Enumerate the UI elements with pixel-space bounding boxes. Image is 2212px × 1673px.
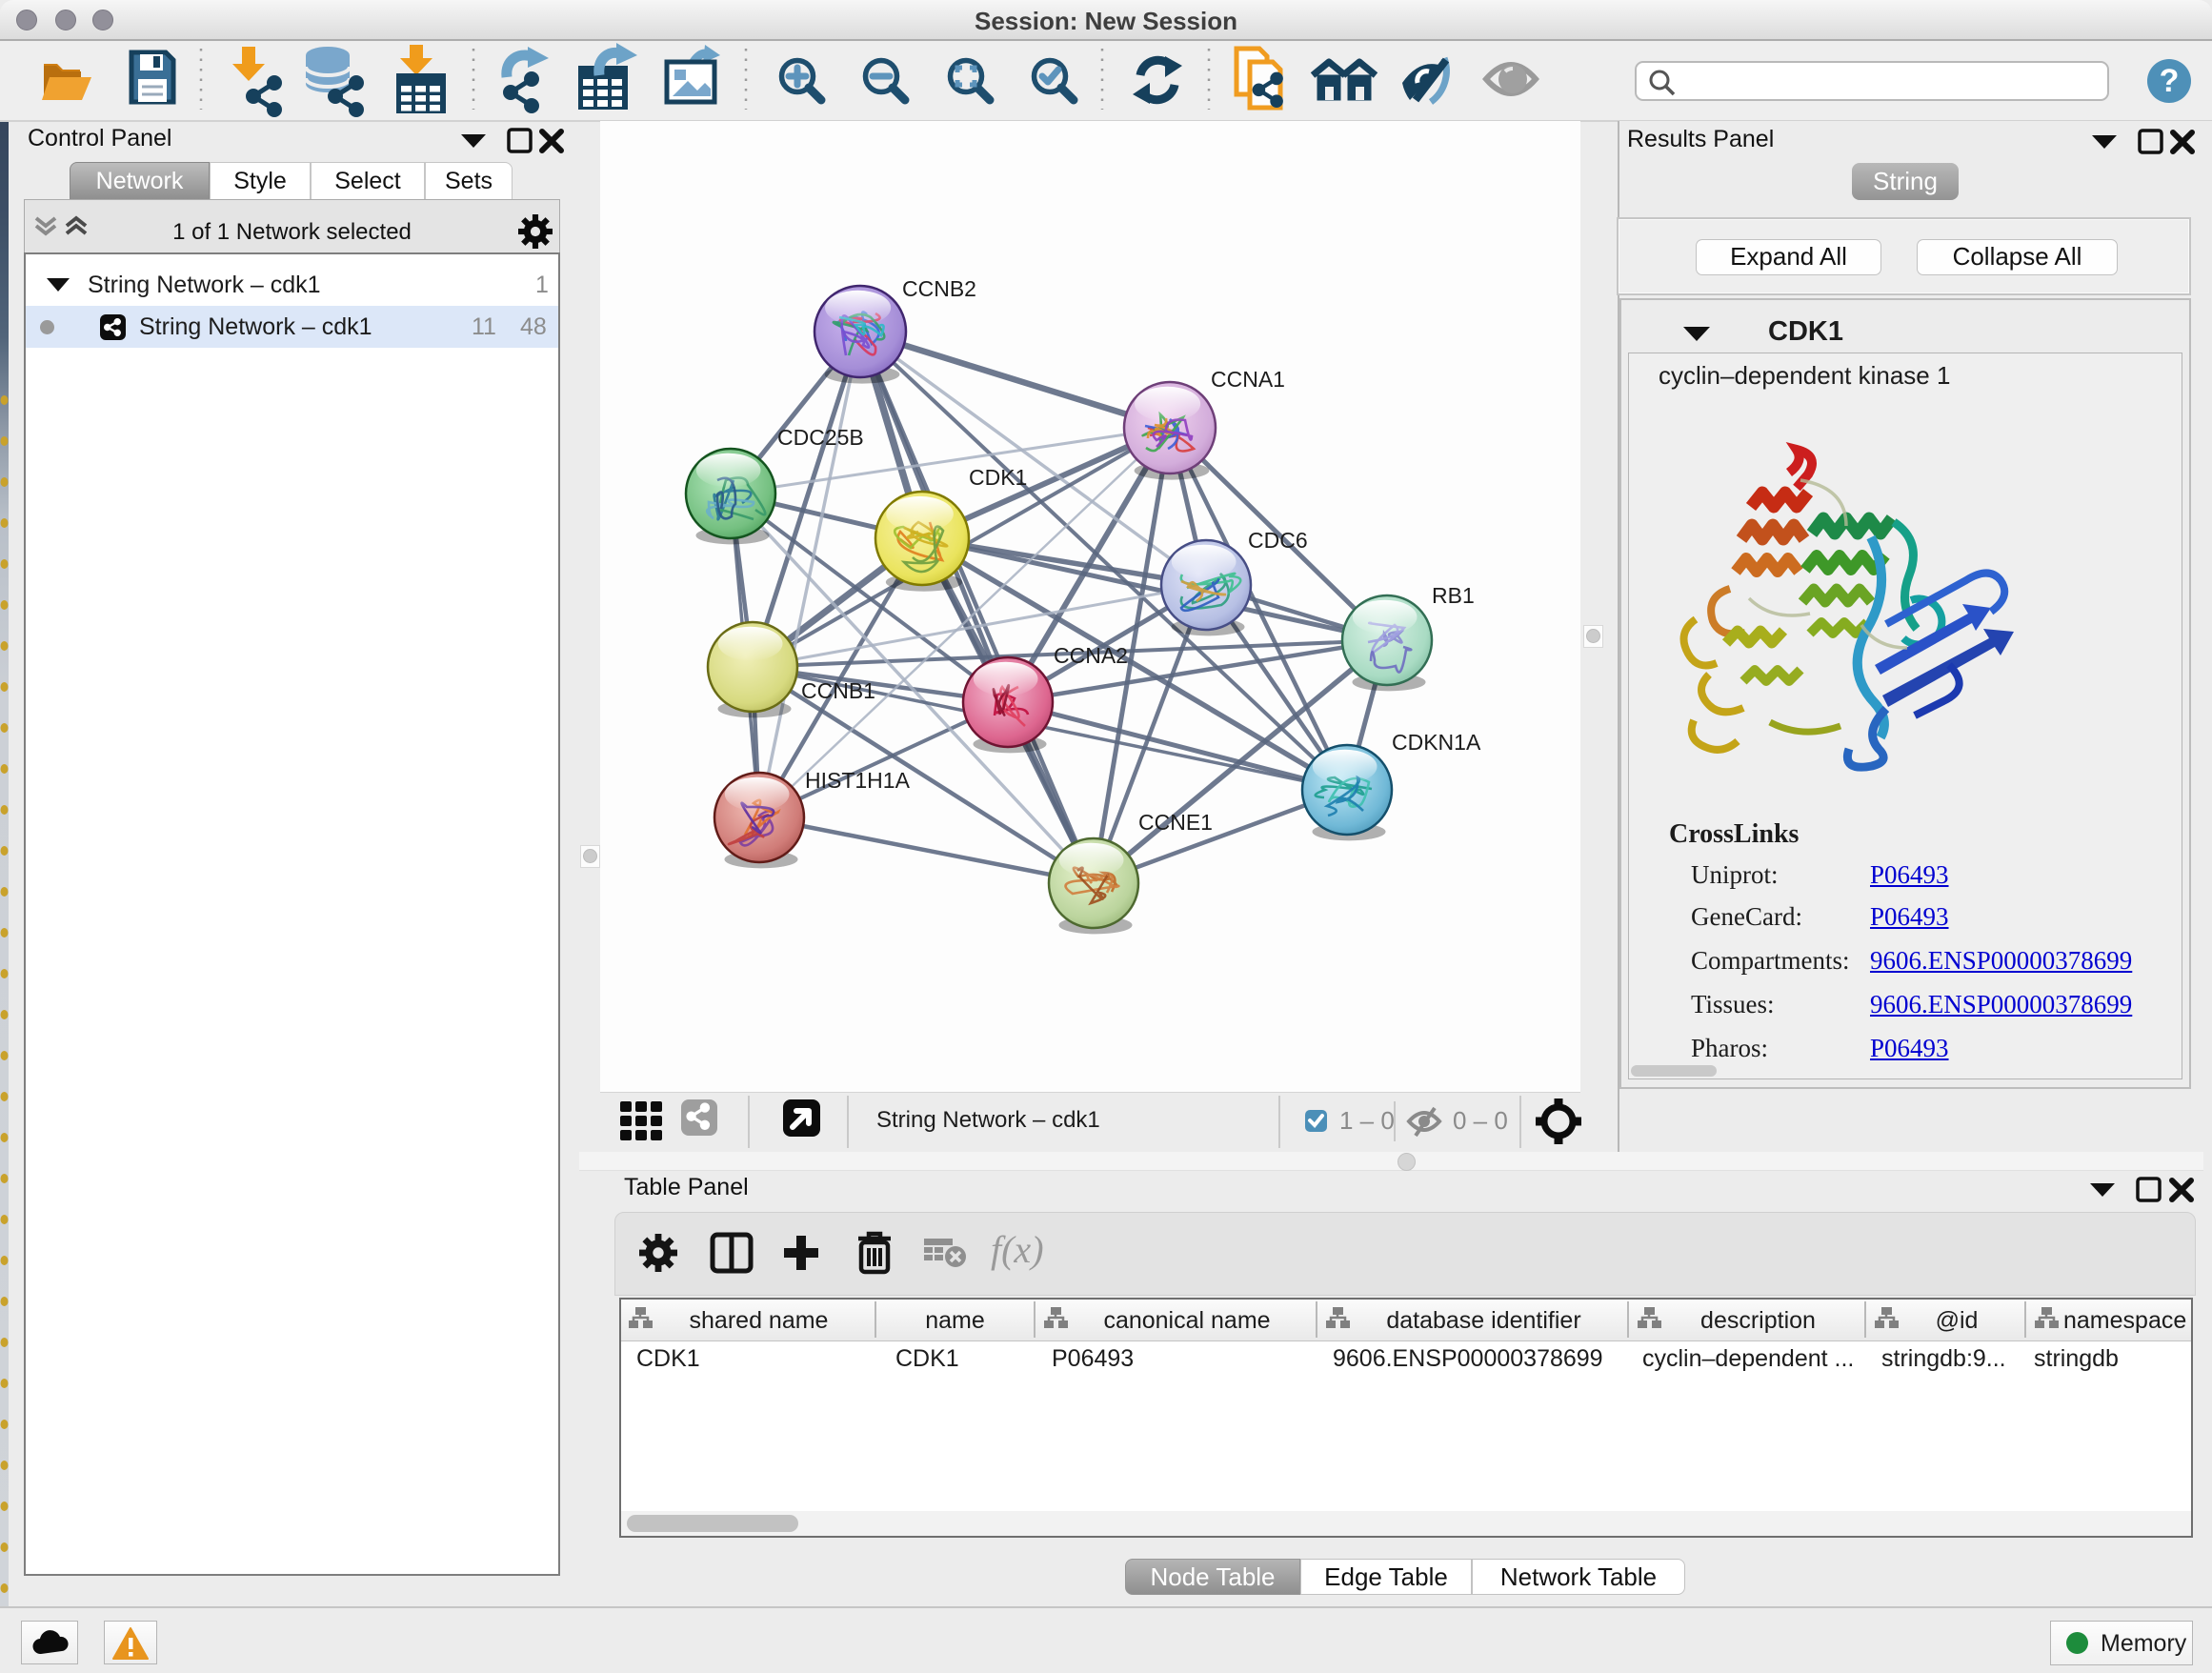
svg-text:name: name (925, 1307, 985, 1334)
svg-text:0 – 0: 0 – 0 (1453, 1106, 1508, 1135)
svg-text:CCNB2: CCNB2 (902, 276, 976, 301)
svg-text:CDC25B: CDC25B (777, 425, 864, 450)
svg-text:CCNA1: CCNA1 (1211, 367, 1285, 392)
svg-text:description: description (1700, 1307, 1816, 1334)
svg-text:CCNA2: CCNA2 (1054, 643, 1128, 668)
svg-text:HIST1H1A: HIST1H1A (805, 768, 911, 793)
svg-text:CCNE1: CCNE1 (1138, 810, 1213, 835)
svg-text:1 – 0: 1 – 0 (1339, 1106, 1395, 1135)
svg-text:canonical name: canonical name (1103, 1307, 1270, 1334)
svg-text:@id: @id (1936, 1307, 1979, 1334)
svg-text:CDKN1A: CDKN1A (1392, 730, 1481, 755)
svg-text:shared name: shared name (690, 1307, 829, 1334)
svg-text:String Network – cdk1: String Network – cdk1 (876, 1107, 1100, 1133)
svg-text:RB1: RB1 (1432, 583, 1475, 608)
svg-text:CDC6: CDC6 (1248, 528, 1308, 553)
svg-text:CCNB1: CCNB1 (801, 678, 875, 703)
svg-text:CDK1: CDK1 (969, 465, 1027, 490)
svg-text:database identifier: database identifier (1386, 1307, 1580, 1334)
svg-text:namespace: namespace (2063, 1307, 2186, 1334)
